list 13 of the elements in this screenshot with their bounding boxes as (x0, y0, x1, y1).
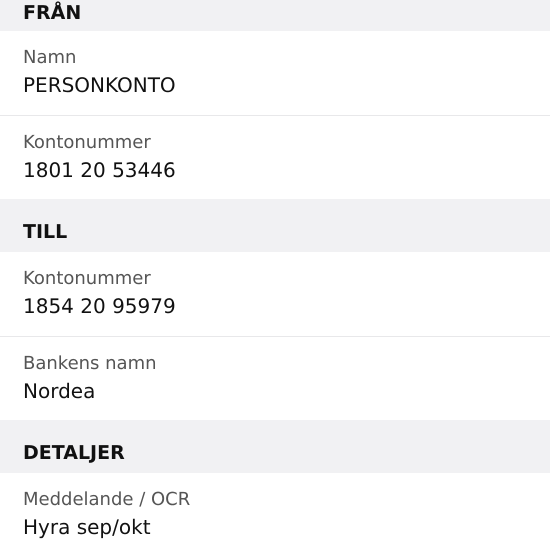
section-title: TILL (23, 221, 68, 243)
field-value: PERSONKONTO (23, 72, 177, 98)
field-value: 1801 20 53446 (23, 157, 177, 183)
section-title: DETALJER (23, 442, 125, 464)
field-value: 1854 20 95979 (23, 293, 177, 319)
field-label: Kontonummer (23, 268, 152, 290)
field-value: Nordea (23, 378, 96, 404)
section-title: FRÅN (23, 2, 82, 24)
field-value: Hyra sep/okt (23, 514, 152, 540)
field-label: Meddelande / OCR (23, 489, 192, 511)
field-label: Namn (23, 47, 78, 69)
field-label: Bankens namn (23, 353, 158, 375)
field-label: Kontonummer (23, 132, 152, 154)
